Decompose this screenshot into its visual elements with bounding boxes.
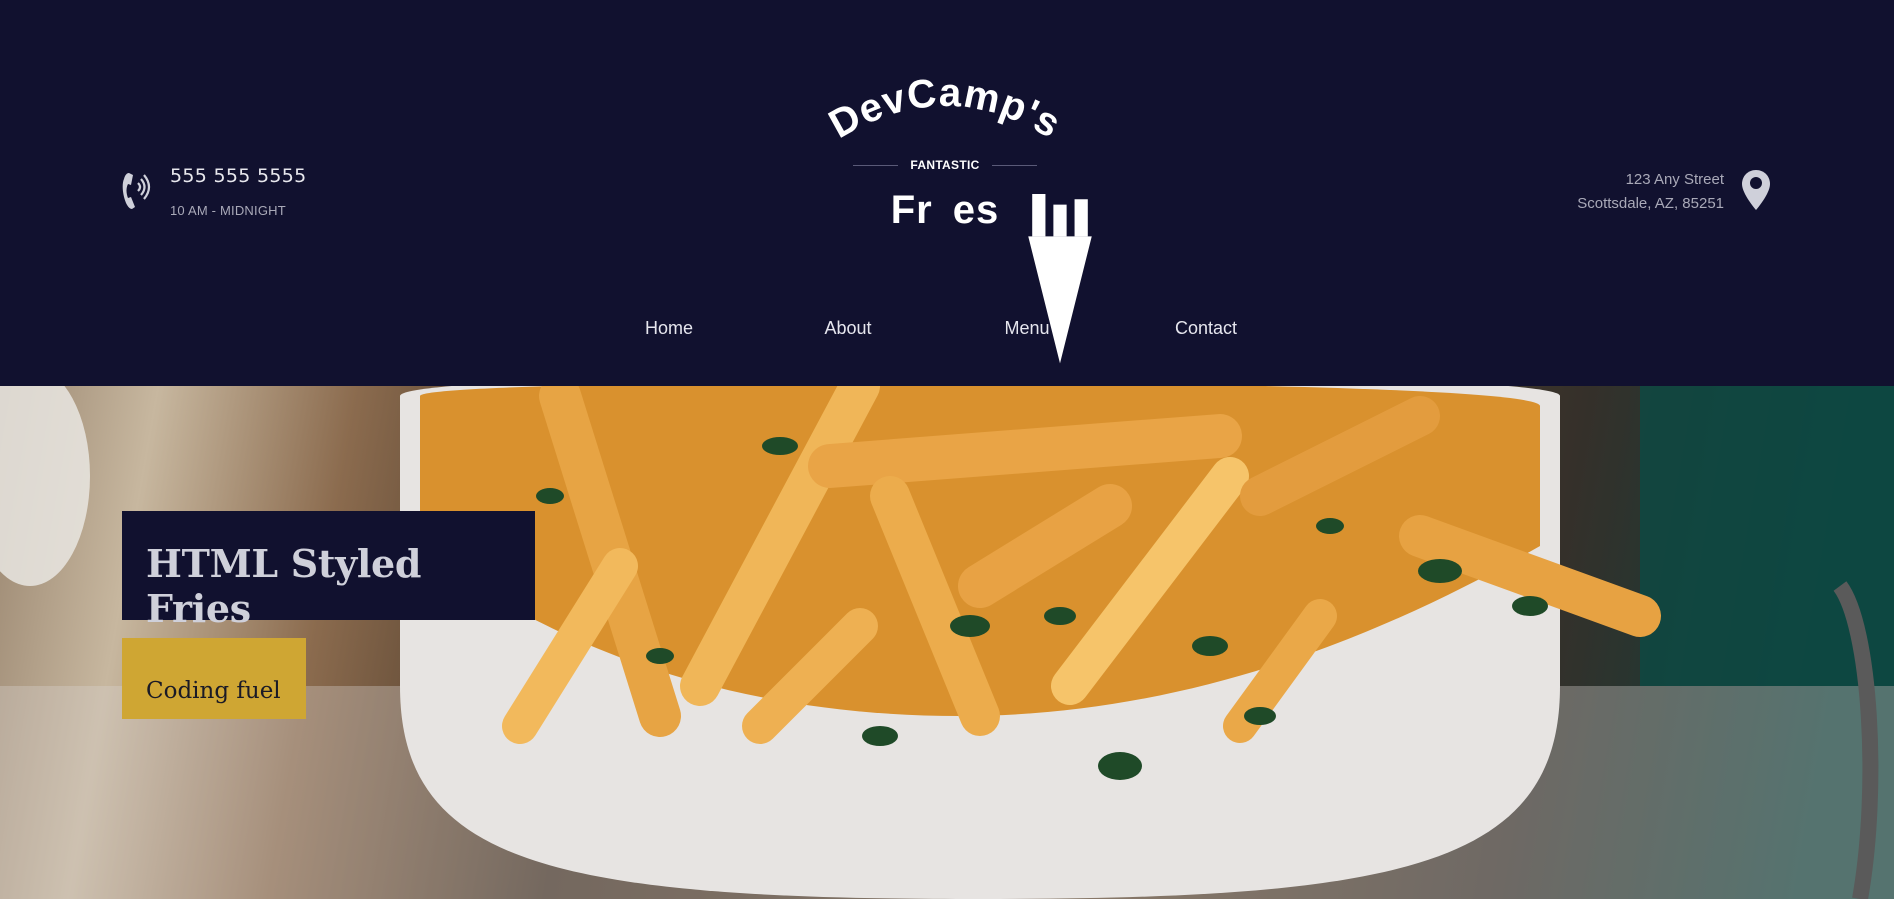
nav-about[interactable]: About — [778, 318, 918, 339]
phone-number[interactable]: 555 555 5555 — [170, 165, 307, 187]
map-pin-icon[interactable] — [1740, 168, 1772, 212]
main-nav: Home About Menu Contact — [0, 318, 1894, 342]
address-contact: 123 Any Street Scottsdale, AZ, 85251 — [1577, 168, 1772, 216]
coding-fuel-button[interactable]: Coding fuel — [122, 638, 306, 719]
fries-cone-icon — [1027, 194, 1092, 364]
opening-hours: 10 AM - MIDNIGHT — [170, 203, 286, 218]
nav-home[interactable]: Home — [599, 318, 739, 339]
logo-divider — [991, 164, 1037, 166]
hero-title: HTML Styled Fries — [122, 511, 535, 631]
site-logo[interactable]: DevCamp's FANTASTIC Fries — [820, 62, 1092, 364]
logo-brand-text: DevCamp's — [822, 71, 1068, 147]
logo-product-text: Fries — [820, 188, 1092, 364]
nav-menu[interactable]: Menu — [957, 318, 1097, 339]
address-line-1: 123 Any Street — [1625, 171, 1724, 188]
nav-contact[interactable]: Contact — [1136, 318, 1276, 339]
site-header: 555 555 5555 10 AM - MIDNIGHT DevCamp's … — [0, 0, 1894, 386]
phone-contact: 555 555 5555 10 AM - MIDNIGHT — [120, 165, 307, 218]
address-line-2: Scottsdale, AZ, 85251 — [1577, 195, 1724, 212]
logo-tag-text: FANTASTIC — [910, 158, 980, 172]
phone-icon — [120, 169, 154, 215]
logo-divider — [853, 164, 899, 166]
logo-tagline: FANTASTIC — [820, 158, 1070, 172]
svg-text:DevCamp's: DevCamp's — [822, 71, 1069, 147]
